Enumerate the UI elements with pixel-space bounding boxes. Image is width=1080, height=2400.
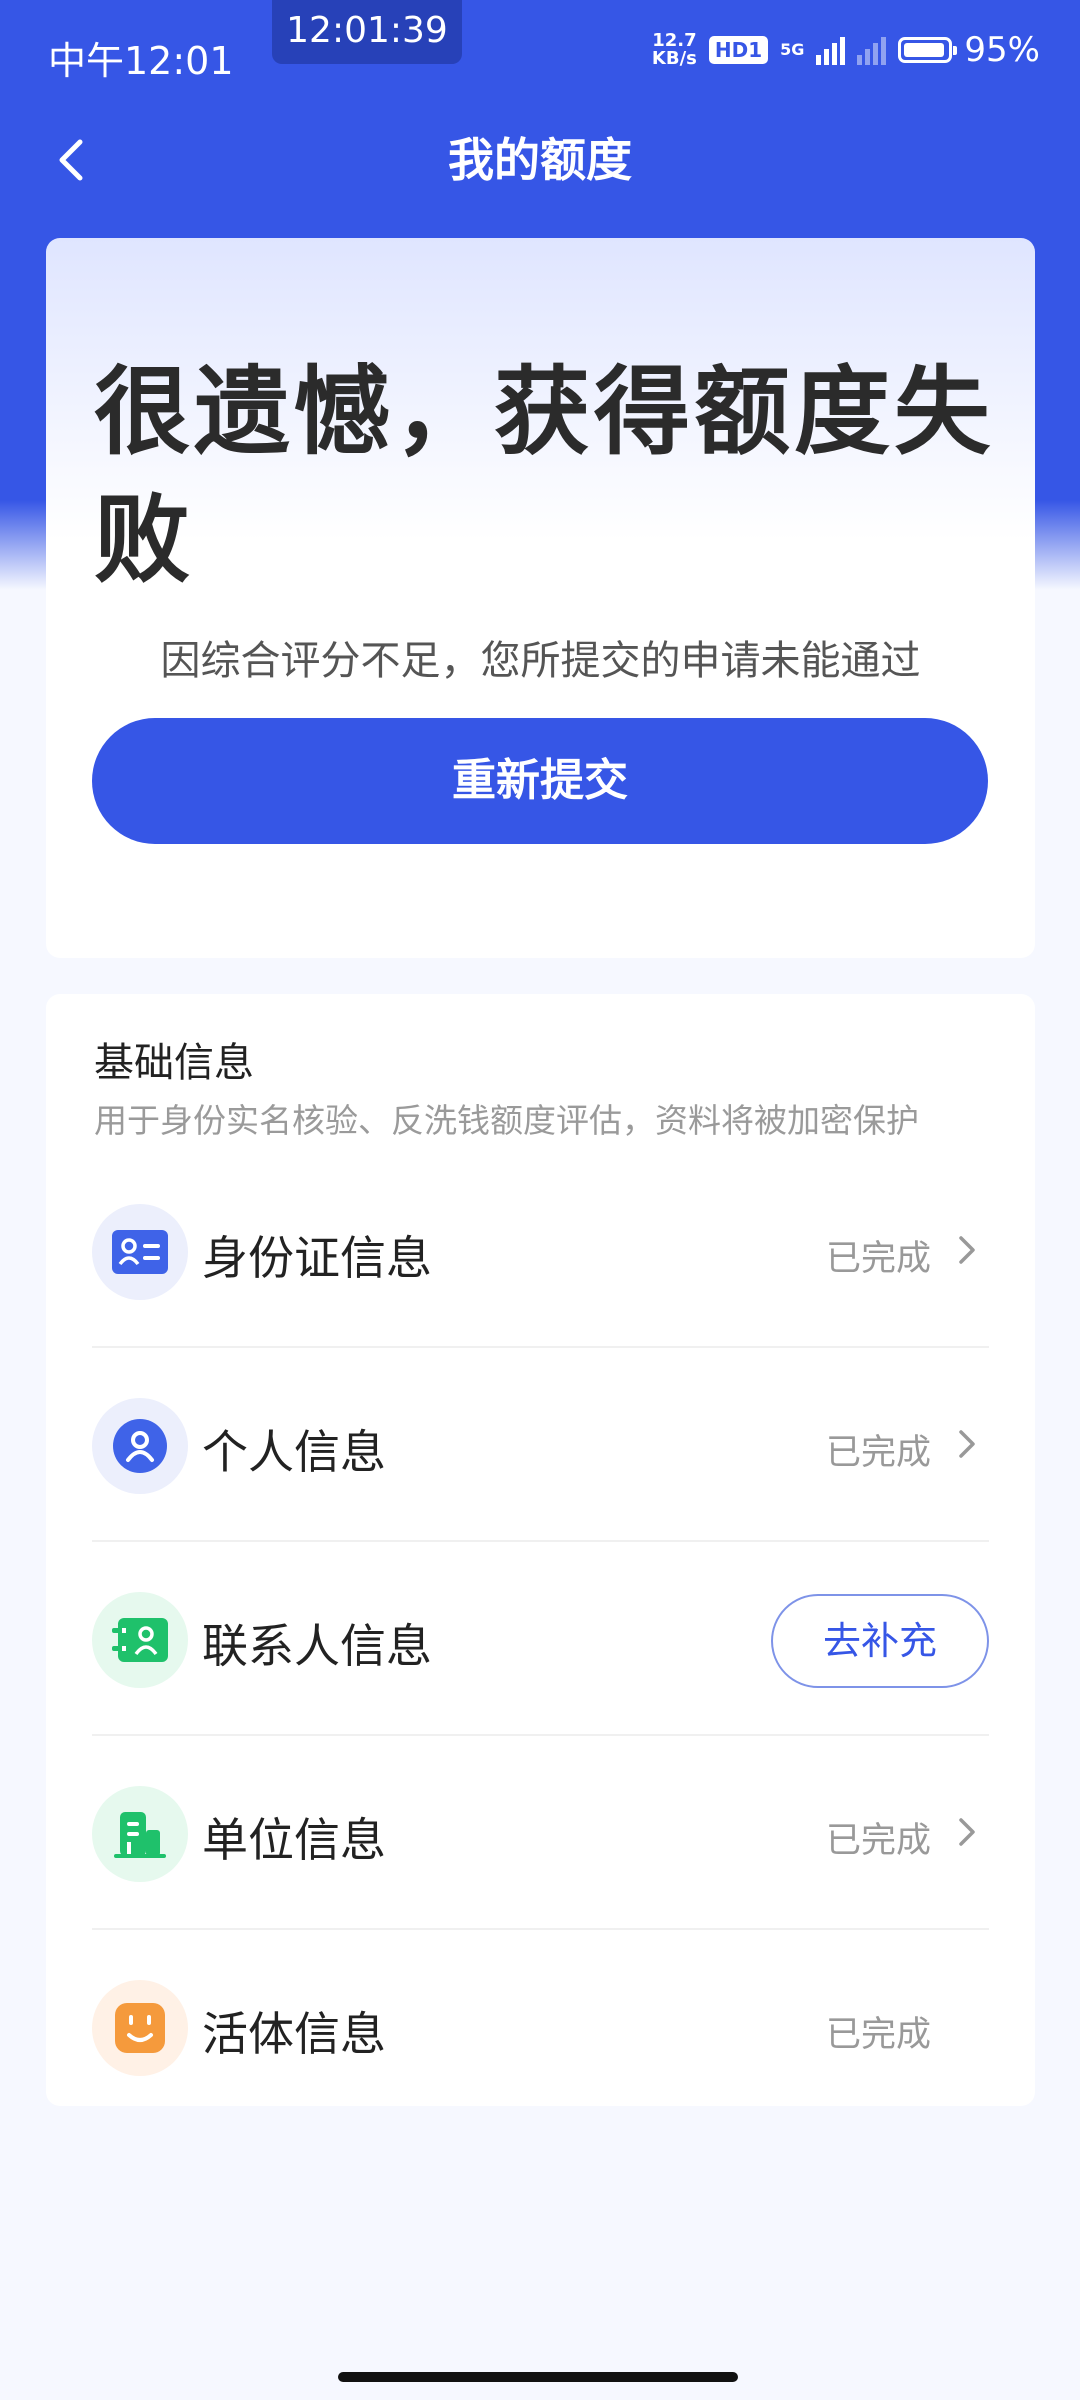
status-time: 中午12:01 xyxy=(48,39,234,83)
result-title: 很遗憾，获得额度失败 xyxy=(94,356,994,596)
row-liveness-info[interactable]: 活体信息 已完成 xyxy=(92,1930,989,2124)
network-type: 5G xyxy=(780,40,805,59)
chevron-right-icon xyxy=(959,1236,975,1264)
building-icon xyxy=(92,1786,188,1882)
face-icon xyxy=(92,1980,188,2076)
status-indicators: 12.7 KB/s HD1 5G 95% xyxy=(652,30,1040,70)
signal-secondary-icon xyxy=(857,35,887,65)
nav-bar: 我的额度 xyxy=(0,110,1080,200)
row-label: 个人信息 xyxy=(202,1425,386,1479)
result-subtitle: 因综合评分不足，您所提交的申请未能通过 xyxy=(160,638,921,684)
id-card-icon xyxy=(92,1204,188,1300)
page-title: 我的额度 xyxy=(448,133,632,187)
supplement-button[interactable]: 去补充 xyxy=(771,1594,989,1688)
row-label: 活体信息 xyxy=(202,2007,386,2061)
row-employer-info[interactable]: 单位信息 已完成 xyxy=(92,1736,989,1930)
row-label: 身份证信息 xyxy=(202,1231,432,1285)
row-label: 联系人信息 xyxy=(202,1619,432,1673)
battery-icon xyxy=(898,37,958,63)
contact-icon xyxy=(92,1592,188,1688)
chevron-right-icon xyxy=(959,1430,975,1458)
hd-badge: HD1 xyxy=(708,36,769,64)
battery-level-fill xyxy=(904,43,945,57)
network-speed: 12.7 KB/s xyxy=(652,32,697,68)
home-indicator[interactable] xyxy=(338,2372,738,2382)
person-icon xyxy=(92,1398,188,1494)
row-status: 已完成 xyxy=(825,1433,931,1473)
chevron-right-icon xyxy=(959,1818,975,1846)
row-status: 已完成 xyxy=(825,2015,931,2055)
result-card: 很遗憾，获得额度失败 因综合评分不足，您所提交的申请未能通过 重新提交 xyxy=(46,238,1035,958)
row-contact-info[interactable]: 联系人信息 去补充 xyxy=(92,1542,989,1736)
resubmit-button[interactable]: 重新提交 xyxy=(92,718,988,844)
section-description: 用于身份实名核验、反洗钱额度评估，资料将被加密保护 xyxy=(94,1101,919,1140)
network-speed-unit: KB/s xyxy=(651,48,697,69)
signal-strength-icon xyxy=(816,35,846,65)
section-title: 基础信息 xyxy=(94,1040,254,1086)
row-status: 已完成 xyxy=(825,1239,931,1279)
row-label: 单位信息 xyxy=(202,1813,386,1867)
basic-info-card: 基础信息 用于身份实名核验、反洗钱额度评估，资料将被加密保护 身份证信息 已完成 xyxy=(46,994,1035,2106)
row-status: 已完成 xyxy=(825,1821,931,1861)
row-personal-info[interactable]: 个人信息 已完成 xyxy=(92,1348,989,1542)
screen-record-timer: 12:01:39 xyxy=(272,0,462,64)
row-id-card[interactable]: 身份证信息 已完成 xyxy=(92,1154,989,1348)
battery-percent: 95% xyxy=(964,30,1040,70)
status-bar: 中午12:01 12:01:39 12.7 KB/s HD1 5G 95% xyxy=(0,0,1080,110)
